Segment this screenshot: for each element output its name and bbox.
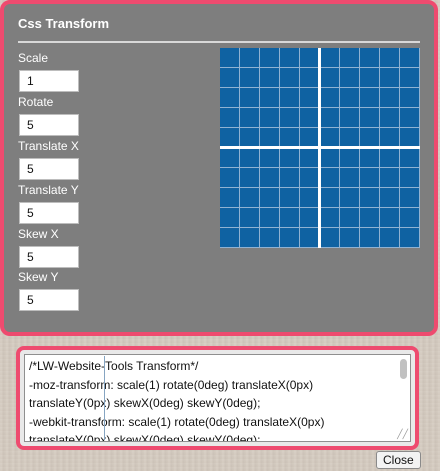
scale-input[interactable]: [19, 70, 79, 92]
skew-y-label: Skew Y: [18, 270, 59, 284]
rotate-label: Rotate: [18, 95, 54, 109]
title-divider: [18, 41, 420, 43]
translate-x-input[interactable]: [19, 158, 79, 180]
close-button[interactable]: Close: [376, 451, 421, 469]
rotate-input[interactable]: [19, 114, 79, 136]
scale-label: Scale: [18, 51, 49, 65]
skew-x-label: Skew X: [18, 227, 59, 241]
translate-x-label: Translate X: [18, 139, 79, 153]
translate-y-label: Translate Y: [18, 183, 79, 197]
transform-preview-grid: [220, 48, 420, 248]
scrollbar-thumb[interactable]: [400, 359, 407, 379]
css-output-textarea[interactable]: [24, 354, 411, 442]
skew-y-input[interactable]: [19, 289, 79, 311]
translate-y-input[interactable]: [19, 202, 79, 224]
css-transform-panel: Css Transform Scale Rotate Translate X T…: [0, 0, 438, 336]
panel-title: Css Transform: [18, 16, 110, 31]
preview-horizontal-divider: [220, 146, 420, 149]
resize-grip-icon[interactable]: ╱╱: [397, 430, 408, 439]
skew-x-input[interactable]: [19, 246, 79, 268]
css-output-container: ╱╱: [16, 346, 419, 450]
text-caret: [104, 356, 105, 440]
